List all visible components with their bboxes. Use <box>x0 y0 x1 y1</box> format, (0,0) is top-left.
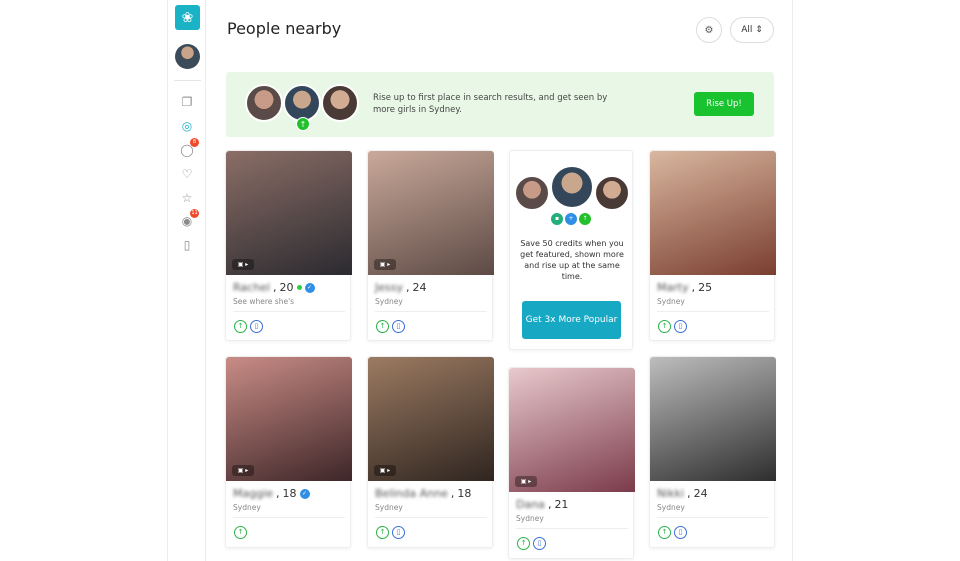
promo-avatar <box>514 175 550 211</box>
camera-icon: ▣ ▸ <box>232 465 254 476</box>
app-window: ❀ ❐ ◎ ◯ 8 ♡ ☆ ◉ 11 ▯ People nearby ⚙ All ⇕… <box>167 0 793 561</box>
phone-verified-icon: ▯ <box>250 320 263 333</box>
profile-age: 18 <box>282 487 297 500</box>
profile-age: 24 <box>412 281 427 294</box>
get-popular-button[interactable]: Get 3x More Popular <box>522 301 621 339</box>
profile-name: Belinda Anne <box>375 487 448 500</box>
profile-photo[interactable] <box>650 357 776 481</box>
profile-age: 25 <box>698 281 713 294</box>
profile-location: Sydney <box>657 503 685 512</box>
camera-icon: ▣ ▸ <box>374 259 396 270</box>
profile-card[interactable]: ▣ ▸ Belinda Anne, 18 Sydney ↑ ▯ <box>367 356 494 548</box>
promo-avatar <box>594 175 630 211</box>
profile-location: Sydney <box>233 503 261 512</box>
filter-settings-button[interactable]: ⚙ <box>696 17 722 43</box>
profile-name: Marty <box>657 281 689 294</box>
eye-icon[interactable]: ◉ 11 <box>178 209 199 230</box>
boost-icon[interactable]: ↑ <box>517 537 530 550</box>
chat-badge: 8 <box>190 138 199 147</box>
profile-card[interactable]: ▣ ▸ Dana, 21 Sydney ↑ ▯ <box>508 367 635 559</box>
camera-icon: ▣ ▸ <box>232 259 254 270</box>
filter-select-value: All <box>741 25 753 35</box>
profile-card[interactable]: ▣ ▸ Jessy, 24 Sydney ↑ ▯ <box>367 150 494 341</box>
phone-verified-icon: ▯ <box>392 320 405 333</box>
online-indicator <box>296 285 302 290</box>
cards-icon[interactable]: ❐ <box>178 93 196 111</box>
profile-location: See where she's <box>233 297 295 306</box>
profile-photo[interactable]: ▣ ▸ <box>509 368 635 492</box>
my-avatar[interactable] <box>175 44 200 69</box>
arrow-up-icon: ↑ <box>579 213 591 225</box>
phone-verified-icon: ▯ <box>533 537 546 550</box>
camera-icon: ▣ ▸ <box>374 465 396 476</box>
profile-card[interactable]: Marty, 25 Sydney ↑ ▯ <box>649 150 776 341</box>
promo-card: ▪ + ↑ Save 50 credits when you get featu… <box>509 150 633 350</box>
promo-text: Save 50 credits when you get featured, s… <box>520 239 624 281</box>
profile-card[interactable]: Nikki, 24 Sydney ↑ ▯ <box>649 356 776 548</box>
sidebar: ❀ ❐ ◎ ◯ 8 ♡ ☆ ◉ 11 ▯ <box>168 0 206 561</box>
sidebar-divider <box>174 80 201 81</box>
phone-verified-icon: ▯ <box>674 320 687 333</box>
boost-icon[interactable]: ↑ <box>234 526 247 539</box>
camera-icon: ▣ ▸ <box>515 476 537 487</box>
verified-icon: ✓ <box>299 488 310 499</box>
arrow-up-icon: ↑ <box>296 117 310 131</box>
rise-up-banner: ↑ Rise up to first place in search resul… <box>226 72 774 137</box>
boost-icon[interactable]: ↑ <box>376 526 389 539</box>
profile-location: Sydney <box>375 503 403 512</box>
promo-avatar-me <box>550 165 594 209</box>
plus-mini-icon: + <box>565 213 577 225</box>
phone-icon[interactable]: ▯ <box>178 236 196 254</box>
phone-verified-icon: ▯ <box>674 526 687 539</box>
profile-name: Dana <box>516 498 545 511</box>
globe-icon[interactable]: ◎ <box>178 117 196 135</box>
profile-location: Sydney <box>657 297 685 306</box>
phone-verified-icon: ▯ <box>392 526 405 539</box>
banner-text: Rise up to first place in search results… <box>373 93 608 115</box>
boost-icon[interactable]: ↑ <box>234 320 247 333</box>
chat-mini-icon: ▪ <box>551 213 563 225</box>
profile-name: Rachel <box>233 281 270 294</box>
profile-age: 20 <box>279 281 294 294</box>
profile-name: Nikki <box>657 487 685 500</box>
chevron-updown-icon: ⇕ <box>755 25 763 35</box>
boost-icon[interactable]: ↑ <box>658 320 671 333</box>
boost-icon[interactable]: ↑ <box>376 320 389 333</box>
page-title: People nearby <box>227 19 342 38</box>
profile-age: 18 <box>457 487 472 500</box>
profile-card[interactable]: ▣ ▸ Maggie, 18 ✓ Sydney ↑ <box>225 356 352 548</box>
logo-icon[interactable]: ❀ <box>175 5 200 30</box>
profile-age: 24 <box>693 487 708 500</box>
banner-avatar <box>321 84 359 122</box>
profile-location: Sydney <box>375 297 403 306</box>
heart-icon[interactable]: ♡ <box>178 165 196 183</box>
profile-name: Maggie <box>233 487 274 500</box>
profile-name: Jessy <box>375 281 403 294</box>
profile-photo[interactable]: ▣ ▸ <box>368 151 494 275</box>
sliders-icon: ⚙ <box>704 24 714 36</box>
verified-icon: ✓ <box>304 282 315 293</box>
star-icon[interactable]: ☆ <box>178 189 196 207</box>
profile-photo[interactable]: ▣ ▸ <box>368 357 494 481</box>
profile-card[interactable]: ▣ ▸ Rachel, 20 ✓ See where she's ↑ ▯ <box>225 150 352 341</box>
filter-select[interactable]: All ⇕ <box>730 17 774 43</box>
rise-up-button[interactable]: Rise Up! <box>694 92 754 116</box>
profile-photo[interactable]: ▣ ▸ <box>226 151 352 275</box>
profile-photo[interactable] <box>650 151 776 275</box>
profile-location: Sydney <box>516 514 544 523</box>
chat-icon[interactable]: ◯ 8 <box>178 138 199 159</box>
profile-age: 21 <box>554 498 569 511</box>
banner-avatar <box>245 84 283 122</box>
profile-photo[interactable]: ▣ ▸ <box>226 357 352 481</box>
boost-icon[interactable]: ↑ <box>658 526 671 539</box>
views-badge: 11 <box>190 209 199 218</box>
